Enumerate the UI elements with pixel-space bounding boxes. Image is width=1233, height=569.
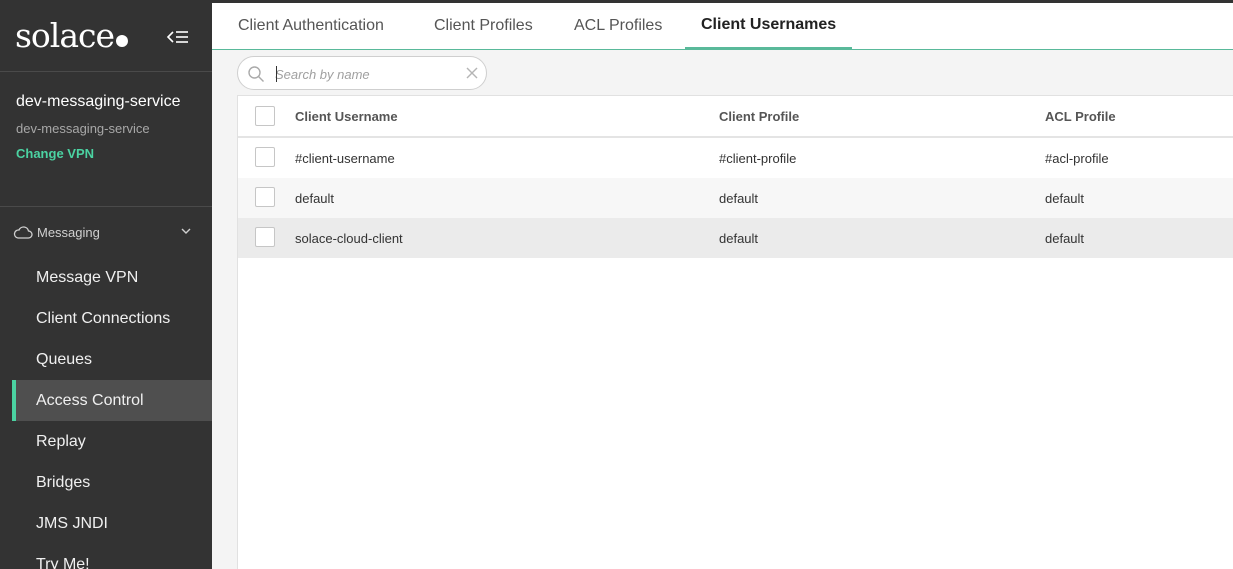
tab-client-authentication[interactable]: Client Authentication [238,3,384,49]
main-content: Client Username Client Profile ACL Profi… [212,50,1233,569]
column-header-client-username[interactable]: Client Username [295,96,398,136]
sidebar-item-access-control[interactable]: Access Control [12,380,212,421]
logo-dot [116,35,129,47]
cell-acl-profile: default [1045,190,1085,206]
search-input[interactable] [275,64,460,84]
messaging-section-label: Messaging [37,224,100,240]
column-header-acl-profile[interactable]: ACL Profile [1045,96,1116,136]
cell-client-username: solace-cloud-client [295,230,403,246]
messaging-section-header[interactable]: Messaging [0,207,212,257]
service-name: dev-messaging-service [16,93,181,110]
tab-acl-profiles[interactable]: ACL Profiles [574,3,662,49]
row-checkbox[interactable] [255,187,275,207]
select-all-checkbox[interactable] [255,106,275,126]
table-row[interactable]: default default default [238,178,1233,218]
sidebar-item-jms-jndi[interactable]: JMS JNDI [0,503,212,544]
solace-logo[interactable]: solace [15,16,129,55]
sidebar-item-client-connections[interactable]: Client Connections [0,298,212,339]
cell-client-username: default [295,190,335,206]
tab-bar: Client Authentication Client Profiles AC… [212,3,1233,50]
cell-acl-profile: default [1045,230,1085,246]
table-row[interactable]: #client-username #client-profile #acl-pr… [238,138,1233,178]
text-caret [276,66,277,82]
sidebar-item-try-me[interactable]: Try Me! [0,544,212,569]
column-header-client-profile[interactable]: Client Profile [719,96,799,136]
brand-header: solace [0,0,212,72]
service-subtitle: dev-messaging-service [16,121,150,136]
sidebar: solace dev-messaging-service dev-messagi… [0,0,212,569]
chevron-down-icon [181,228,191,234]
cell-client-profile: #client-profile [719,150,797,166]
service-info: dev-messaging-service dev-messaging-serv… [0,72,212,207]
cell-client-profile: default [719,190,759,206]
clear-search-icon[interactable] [465,66,479,80]
cell-client-username: #client-username [295,150,395,166]
change-vpn-link[interactable]: Change VPN [16,146,196,161]
tab-client-profiles[interactable]: Client Profiles [434,3,533,49]
table-row[interactable]: solace-cloud-client default default [238,218,1233,258]
client-usernames-table: Client Username Client Profile ACL Profi… [237,95,1233,569]
sidebar-item-bridges[interactable]: Bridges [0,462,212,503]
cell-client-profile: default [719,230,759,246]
search-box[interactable] [237,56,487,90]
sidebar-item-replay[interactable]: Replay [0,421,212,462]
table-header: Client Username Client Profile ACL Profi… [238,96,1233,138]
logo-text: solace [15,16,115,55]
cell-acl-profile: #acl-profile [1045,150,1109,166]
sidebar-item-message-vpn[interactable]: Message VPN [0,257,212,298]
search-icon [248,66,264,82]
row-checkbox[interactable] [255,227,275,247]
cloud-icon [13,226,33,239]
collapse-sidebar-icon[interactable] [166,27,190,47]
tab-client-usernames[interactable]: Client Usernames [685,3,853,50]
row-checkbox[interactable] [255,147,275,167]
sidebar-item-queues[interactable]: Queues [0,339,212,380]
